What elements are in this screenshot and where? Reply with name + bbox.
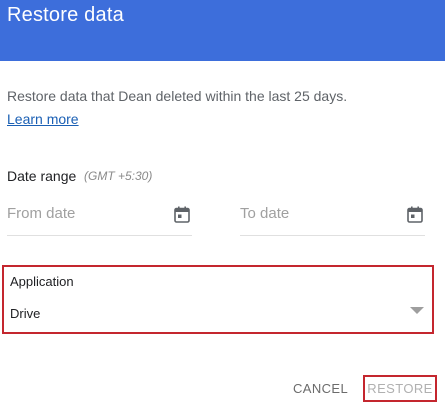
learn-more-link[interactable]: Learn more xyxy=(7,111,79,127)
application-value: Drive xyxy=(10,306,41,321)
restore-button[interactable]: RESTORE xyxy=(363,375,437,402)
chevron-down-icon[interactable] xyxy=(410,307,424,315)
application-select[interactable]: Application Drive xyxy=(2,265,434,334)
to-date-placeholder: To date xyxy=(240,205,290,222)
restore-data-dialog: Restore data Restore data that Dean dele… xyxy=(0,0,445,408)
application-label: Application xyxy=(10,274,74,289)
to-date-field[interactable]: To date xyxy=(240,195,425,236)
from-date-field[interactable]: From date xyxy=(7,195,192,236)
calendar-icon[interactable] xyxy=(174,206,190,223)
from-date-placeholder: From date xyxy=(7,205,76,222)
timezone-label: (GMT +5:30) xyxy=(84,169,153,183)
dialog-title: Restore data xyxy=(7,4,124,26)
calendar-icon[interactable] xyxy=(407,206,423,223)
dialog-header: Restore data xyxy=(0,0,445,61)
dialog-description: Restore data that Dean deleted within th… xyxy=(7,88,348,104)
date-range-label: Date range xyxy=(7,168,77,184)
cancel-button[interactable]: CANCEL xyxy=(293,381,348,396)
